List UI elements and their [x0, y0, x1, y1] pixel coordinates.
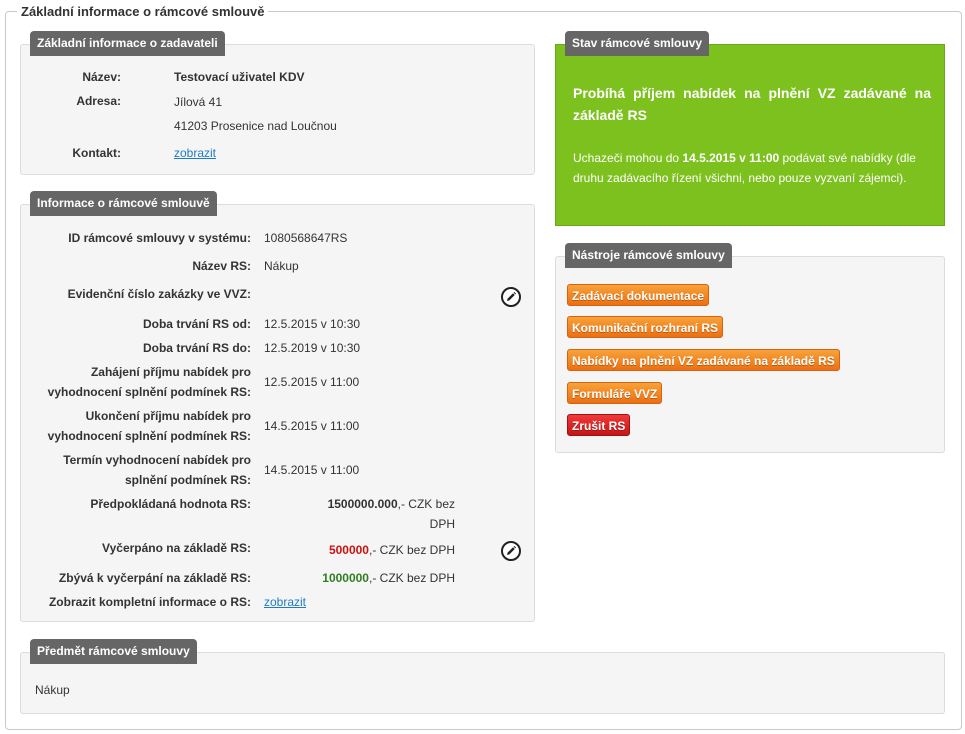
pencil-icon: [507, 545, 517, 555]
rs-id-value: 1080568647RS: [264, 231, 348, 245]
rs-full-link[interactable]: zobrazit: [264, 592, 306, 612]
zadavaci-dokumentace-button[interactable]: Zadávací dokumentace: [567, 284, 710, 306]
rs-start-value: 12.5.2015 v 11:00: [264, 375, 360, 389]
tools-panel-title: Nástroje rámcové smlouvy: [565, 243, 732, 268]
formulare-vvz-button[interactable]: Formuláře VVZ: [567, 382, 663, 404]
rs-expected-suffix: ,- CZK bez: [397, 497, 455, 511]
rs-remaining-label: Zbývá k vyčerpání na základě RS:: [58, 571, 251, 585]
status-heading: Probíhá příjem nabídek na plnění VZ zadá…: [573, 85, 931, 123]
zadavatel-name-label: Název:: [82, 70, 121, 84]
rs-remaining-amount: 1000000: [322, 571, 369, 585]
subject-panel-title: Předmět rámcové smlouvy: [30, 639, 197, 664]
subject-text: Nákup: [35, 683, 70, 697]
rs-to-label: Doba trvání RS do:: [142, 341, 251, 355]
rs-remaining-line: 1000000,- CZK bez DPH: [264, 568, 455, 588]
rs-from-label: Doba trvání RS od:: [142, 317, 251, 331]
rs-remaining-suffix: ,- CZK bez DPH: [368, 571, 455, 585]
status-deadline: 14.5.2015 v 11:00: [682, 151, 780, 165]
rs-expected-amount: 1500000.000: [327, 497, 398, 511]
rs-from-value: 12.5.2015 v 10:30: [264, 317, 361, 331]
edit-evid-button[interactable]: [501, 287, 521, 307]
zrusit-rs-button[interactable]: Zrušit RS: [567, 414, 631, 436]
rs-id-label: ID rámcové smlouvy v systému:: [68, 231, 251, 245]
status-text: Uchazeči mohou do 14.5.2015 v 11:00 podá…: [573, 148, 937, 188]
rs-expected-line1: 1500000.000,- CZK bez: [264, 494, 455, 514]
zadavatel-panel-title: Základní informace o zadavateli: [30, 31, 225, 56]
edit-used-button[interactable]: [501, 541, 521, 561]
rs-end-label-2: vyhodnocení splnění podmínek RS:: [47, 429, 251, 443]
komunikacni-rozhrani-button[interactable]: Komunikační rozhraní RS: [567, 316, 724, 338]
status-box: Probíhá příjem nabídek na plnění VZ zadá…: [555, 44, 945, 226]
rs-start-label-1: Zahájení příjmu nabídek pro: [90, 365, 251, 379]
pencil-icon: [507, 291, 517, 301]
zadavatel-address-label: Adresa:: [76, 94, 121, 108]
rs-to-value: 12.5.2019 v 10:30: [264, 341, 361, 355]
rs-full-label: Zobrazit kompletní informace o RS:: [48, 595, 251, 609]
zadavatel-name-value: Testovací uživatel KDV: [174, 70, 305, 84]
rs-name-value: Nákup: [264, 259, 299, 273]
rs-eval-label-1: Termín vyhodnocení nabídek pro: [63, 453, 251, 467]
rs-eval-value: 14.5.2015 v 11:00: [264, 463, 360, 477]
rs-evid-label: Evidenční číslo zakázky ve VVZ:: [67, 287, 251, 301]
rs-start-label-2: vyhodnocení splnění podmínek RS:: [47, 385, 251, 399]
zadavatel-contact-label: Kontakt:: [72, 146, 121, 160]
rs-used-amount: 500000: [328, 543, 369, 557]
rs-used-suffix: ,- CZK bez DPH: [368, 543, 455, 557]
zadavatel-address-line1: Jílová 41: [174, 95, 223, 109]
rs-name-label: Název RS:: [192, 259, 251, 273]
rs-expected-line2: DPH: [429, 517, 455, 531]
status-text-prefix: Uchazeči mohou do: [573, 151, 683, 165]
rs-expected-label: Předpokládaná hodnota RS:: [90, 497, 251, 511]
rs-eval-label-2: splnění podmínek RS:: [124, 473, 251, 487]
status-panel-title: Stav rámcové smlouvy: [565, 31, 710, 56]
rs-end-label-1: Ukončení příjmu nabídek pro: [85, 409, 251, 423]
nabidky-button[interactable]: Nabídky na plnění VZ zadávané na základě…: [567, 349, 840, 371]
rs-used-label: Vyčerpáno na základě RS:: [102, 541, 251, 555]
zadavatel-contact-link[interactable]: zobrazit: [174, 143, 216, 163]
zadavatel-address-line2: 41203 Prosenice nad Loučnou: [174, 119, 337, 133]
rs-used-line: 500000,- CZK bez DPH: [264, 540, 455, 560]
rs-info-panel-title: Informace o rámcové smlouvě: [30, 191, 217, 216]
rs-end-value: 14.5.2015 v 11:00: [264, 419, 360, 433]
page-legend: Základní informace o rámcové smlouvě: [17, 4, 269, 19]
